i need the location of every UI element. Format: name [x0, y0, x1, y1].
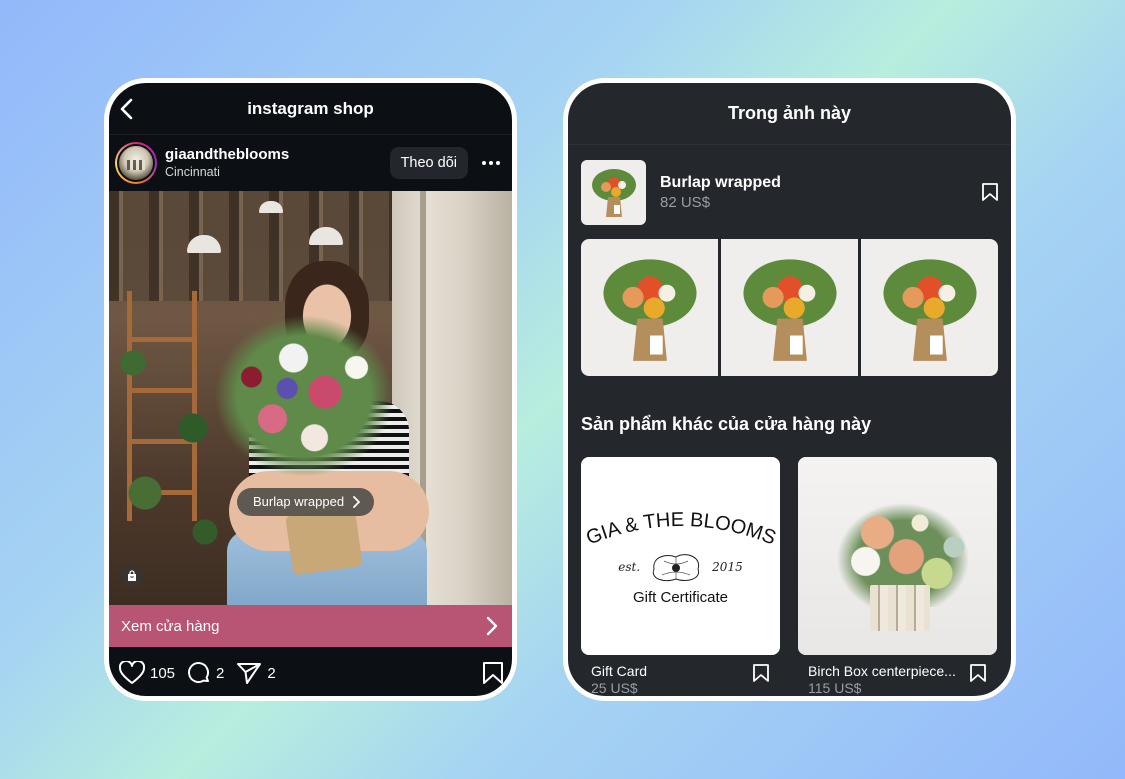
bookmark-icon[interactable]	[969, 663, 987, 683]
chevron-right-icon	[353, 495, 361, 508]
gift-certificate-label: Gift Certificate	[632, 588, 729, 606]
chevron-left-icon[interactable]	[117, 97, 137, 121]
chevron-right-icon	[486, 616, 498, 636]
product-card[interactable]: Birch Box centerpiece... 115 US$	[798, 457, 997, 696]
product-price: 25 US$	[591, 680, 638, 696]
sheet-title: Trong ảnh này	[568, 83, 1011, 145]
page-title: instagram shop	[247, 98, 374, 118]
instagram-post-screen: instagram shop giaandtheblooms Cincinnat…	[104, 78, 517, 701]
post-header: giaandtheblooms Cincinnati Theo dõi	[109, 135, 512, 191]
product-gallery	[581, 239, 998, 376]
product-name: Birch Box centerpiece...	[808, 663, 956, 679]
share-icon[interactable]	[236, 661, 262, 685]
tagged-product-row[interactable]: Burlap wrapped 82 US$	[568, 145, 1011, 227]
product-price: 82 US$	[660, 193, 711, 211]
post-actions: 105 2 2	[109, 647, 512, 696]
top-bar: instagram shop	[109, 83, 512, 135]
svg-text:GIA & THE BLOOMS: GIA & THE BLOOMS	[583, 508, 779, 546]
heart-icon[interactable]	[119, 661, 145, 685]
view-shop-button[interactable]: Xem cửa hàng	[109, 605, 512, 647]
comment-count: 2	[216, 664, 225, 682]
ellipsis-icon[interactable]	[482, 161, 502, 165]
est-label: est.	[618, 559, 641, 574]
product-image[interactable]	[798, 457, 997, 655]
post-photo[interactable]: Burlap wrapped	[109, 191, 512, 605]
comment-icon[interactable]	[187, 661, 211, 685]
section-title: Sản phẩm khác của cửa hàng này	[581, 414, 872, 434]
in-this-photo-screen: Trong ảnh này Burlap wrapped 82 US$ Sản …	[563, 78, 1016, 701]
product-tag-label: Burlap wrapped	[253, 494, 345, 509]
product-tag[interactable]: Burlap wrapped	[237, 488, 375, 516]
bookmark-icon[interactable]	[981, 182, 999, 202]
like-count: 105	[150, 664, 176, 682]
gallery-image[interactable]	[861, 239, 998, 376]
product-thumbnail[interactable]	[581, 159, 646, 225]
shopping-bag-icon[interactable]	[121, 565, 143, 587]
est-year: 2015	[712, 559, 743, 574]
gift-card-title: GIA & THE BLOOMS	[583, 508, 779, 546]
poppy-icon	[652, 553, 700, 581]
username[interactable]: giaandtheblooms	[165, 146, 390, 164]
gallery-image[interactable]	[581, 239, 718, 376]
bookmark-icon[interactable]	[482, 661, 504, 685]
product-grid: GIA & THE BLOOMS est. 2015 Gift Certific…	[568, 457, 1011, 696]
product-card[interactable]: GIA & THE BLOOMS est. 2015 Gift Certific…	[581, 457, 780, 696]
gallery-image[interactable]	[721, 239, 858, 376]
product-image[interactable]: GIA & THE BLOOMS est. 2015 Gift Certific…	[581, 457, 780, 655]
product-name: Burlap wrapped	[660, 173, 781, 191]
share-count: 2	[267, 664, 276, 682]
bookmark-icon[interactable]	[752, 663, 770, 683]
location[interactable]: Cincinnati	[165, 164, 390, 180]
product-name: Gift Card	[591, 663, 648, 679]
view-shop-label: Xem cửa hàng	[121, 617, 220, 635]
product-price: 115 US$	[808, 680, 862, 696]
follow-button[interactable]: Theo dõi	[389, 147, 468, 179]
avatar[interactable]	[115, 142, 157, 184]
